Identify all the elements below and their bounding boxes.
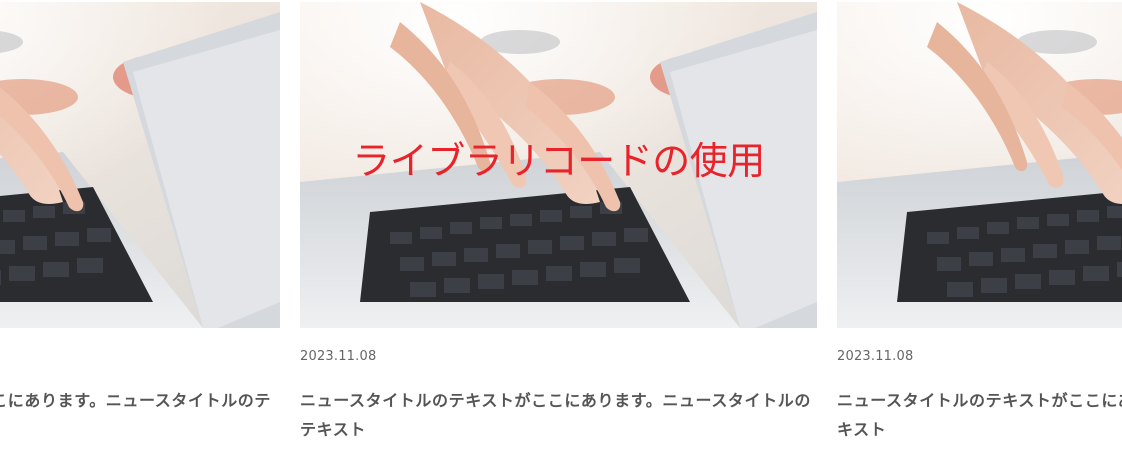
news-thumbnail[interactable]: [0, 2, 280, 328]
news-card[interactable]: 2023.11.08 ニュースタイトルのテキストがここにあ キスト: [837, 2, 1122, 444]
news-title[interactable]: ニュースタイトルのテキストがここにあ キスト: [837, 386, 1122, 444]
news-card-list: ニュースタイトルのテキストがここにあります。ニュースタイトルのテ ライブラリコー…: [0, 0, 1122, 460]
news-thumbnail[interactable]: ライブラリコードの使用: [300, 2, 817, 328]
news-date: [0, 349, 280, 365]
laptop-typing-photo-icon: [837, 2, 1122, 328]
laptop-typing-photo-icon: [0, 2, 280, 328]
news-date: 2023.11.08: [837, 349, 914, 364]
news-card[interactable]: ニュースタイトルのテキストがここにあります。ニュースタイトルのテ: [0, 2, 280, 415]
library-code-overlay-label: ライブラリコードの使用: [352, 139, 765, 183]
news-thumbnail[interactable]: [837, 2, 1122, 328]
news-title[interactable]: ニュースタイトルのテキストがここにあります。ニュースタイトルのテ: [0, 386, 271, 415]
news-card[interactable]: ライブラリコードの使用 2023.11.08 ニュースタイトルのテキストがここに…: [300, 2, 817, 444]
news-title[interactable]: ニュースタイトルのテキストがここにあります。ニュースタイトルのテキスト: [300, 386, 817, 444]
news-date: 2023.11.08: [300, 349, 377, 364]
